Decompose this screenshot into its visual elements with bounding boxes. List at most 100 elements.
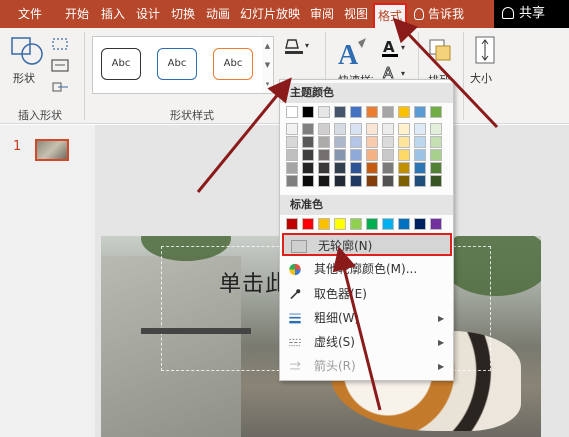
standard-color-swatch[interactable] bbox=[430, 218, 442, 230]
gallery-more-icon[interactable]: ▾ bbox=[262, 75, 273, 94]
theme-shade-swatch[interactable] bbox=[398, 149, 410, 161]
theme-shade-swatch[interactable] bbox=[286, 162, 298, 174]
theme-shade-swatch[interactable] bbox=[382, 162, 394, 174]
text-box-icon[interactable] bbox=[50, 58, 74, 74]
theme-shade-swatch[interactable] bbox=[398, 123, 410, 135]
standard-color-swatch[interactable] bbox=[350, 218, 362, 230]
tab-design[interactable]: 设计 bbox=[131, 0, 165, 28]
style-preset-blue[interactable]: Abc bbox=[157, 48, 197, 80]
standard-color-swatch[interactable] bbox=[318, 218, 330, 230]
title-placeholder-text[interactable]: 单击此 bbox=[219, 266, 288, 298]
theme-shade-swatch[interactable] bbox=[334, 136, 346, 148]
theme-color-swatch[interactable] bbox=[414, 106, 426, 118]
theme-shade-swatch[interactable] bbox=[302, 149, 314, 161]
theme-shade-swatch[interactable] bbox=[334, 149, 346, 161]
standard-color-swatch[interactable] bbox=[286, 218, 298, 230]
style-preset-orange[interactable]: Abc bbox=[213, 48, 253, 80]
standard-color-swatch[interactable] bbox=[334, 218, 346, 230]
theme-shade-swatch[interactable] bbox=[318, 175, 330, 187]
style-preset-dark[interactable]: Abc bbox=[101, 48, 141, 80]
theme-shade-swatch[interactable] bbox=[302, 162, 314, 174]
theme-shade-swatch[interactable] bbox=[302, 136, 314, 148]
theme-shade-swatch[interactable] bbox=[366, 136, 378, 148]
shape-fill-icon[interactable]: ▾ bbox=[282, 36, 312, 56]
theme-shade-swatch[interactable] bbox=[350, 149, 362, 161]
shapes-button-label[interactable]: 形状 bbox=[13, 70, 35, 86]
theme-shade-swatch[interactable] bbox=[382, 175, 394, 187]
theme-shade-swatch[interactable] bbox=[350, 175, 362, 187]
tab-review[interactable]: 审阅 bbox=[305, 0, 339, 28]
text-fill-icon[interactable]: A ▾ bbox=[380, 38, 410, 58]
theme-shade-swatch[interactable] bbox=[366, 123, 378, 135]
arrange-icon[interactable] bbox=[426, 36, 454, 66]
theme-shade-swatch[interactable] bbox=[302, 175, 314, 187]
tell-me-search[interactable]: 告诉我 bbox=[414, 0, 464, 28]
dashes-item[interactable]: 虚线(S) ▶ bbox=[280, 331, 453, 354]
slide-thumbnail[interactable] bbox=[35, 139, 69, 161]
shape-style-gallery[interactable]: Abc Abc Abc bbox=[92, 36, 264, 94]
theme-shade-swatch[interactable] bbox=[318, 149, 330, 161]
weight-item[interactable]: 粗细(W) ▶ bbox=[280, 307, 453, 330]
theme-shade-swatch[interactable] bbox=[430, 136, 442, 148]
standard-color-swatch[interactable] bbox=[414, 218, 426, 230]
selected-line-shape[interactable] bbox=[141, 328, 251, 334]
share-button[interactable]: 共享 bbox=[494, 0, 569, 28]
edit-shape-icon[interactable] bbox=[50, 36, 74, 54]
theme-shade-swatch[interactable] bbox=[366, 175, 378, 187]
theme-color-swatch[interactable] bbox=[334, 106, 346, 118]
theme-shade-swatch[interactable] bbox=[382, 123, 394, 135]
theme-shade-swatch[interactable] bbox=[430, 123, 442, 135]
standard-color-swatch[interactable] bbox=[382, 218, 394, 230]
tab-format[interactable]: 格式 bbox=[373, 3, 408, 28]
no-outline-item[interactable]: 无轮廓(N) bbox=[282, 233, 452, 256]
theme-shade-swatch[interactable] bbox=[334, 175, 346, 187]
theme-shade-swatch[interactable] bbox=[414, 162, 426, 174]
tab-animations[interactable]: 动画 bbox=[201, 0, 235, 28]
shapes-icon[interactable] bbox=[10, 36, 44, 68]
theme-shade-swatch[interactable] bbox=[350, 136, 362, 148]
theme-shade-swatch[interactable] bbox=[398, 136, 410, 148]
standard-color-swatch[interactable] bbox=[366, 218, 378, 230]
tab-file[interactable]: 文件 bbox=[13, 0, 47, 28]
gallery-down-icon[interactable]: ▼ bbox=[262, 56, 273, 75]
size-label[interactable]: 大小 bbox=[470, 70, 492, 86]
theme-color-swatch[interactable] bbox=[286, 106, 298, 118]
tab-transitions[interactable]: 切换 bbox=[166, 0, 200, 28]
theme-shade-swatch[interactable] bbox=[318, 162, 330, 174]
theme-shade-swatch[interactable] bbox=[414, 136, 426, 148]
theme-shade-swatch[interactable] bbox=[398, 175, 410, 187]
theme-shade-swatch[interactable] bbox=[382, 136, 394, 148]
standard-color-swatch[interactable] bbox=[398, 218, 410, 230]
gallery-scroll[interactable]: ▲ ▼ ▾ bbox=[262, 36, 274, 94]
standard-color-swatch[interactable] bbox=[302, 218, 314, 230]
theme-shade-swatch[interactable] bbox=[414, 123, 426, 135]
theme-shade-swatch[interactable] bbox=[286, 123, 298, 135]
theme-color-swatch[interactable] bbox=[366, 106, 378, 118]
theme-shade-swatch[interactable] bbox=[334, 162, 346, 174]
size-icon[interactable] bbox=[472, 34, 498, 66]
theme-shade-swatch[interactable] bbox=[318, 136, 330, 148]
gallery-up-icon[interactable]: ▲ bbox=[262, 37, 273, 56]
tab-slideshow[interactable]: 幻灯片放映 bbox=[235, 0, 305, 28]
theme-shade-swatch[interactable] bbox=[286, 136, 298, 148]
theme-shade-swatch[interactable] bbox=[350, 162, 362, 174]
theme-shade-swatch[interactable] bbox=[430, 175, 442, 187]
quick-styles-icon[interactable]: A bbox=[336, 36, 370, 70]
eyedropper-item[interactable]: 取色器(E) bbox=[280, 283, 453, 306]
tab-home[interactable]: 开始 bbox=[60, 0, 94, 28]
theme-shade-swatch[interactable] bbox=[350, 123, 362, 135]
theme-shade-swatch[interactable] bbox=[286, 175, 298, 187]
theme-shade-swatch[interactable] bbox=[286, 149, 298, 161]
theme-shade-swatch[interactable] bbox=[366, 149, 378, 161]
theme-color-swatch[interactable] bbox=[350, 106, 362, 118]
theme-color-swatch[interactable] bbox=[318, 106, 330, 118]
arrows-item[interactable]: 箭头(R) ▶ bbox=[280, 355, 453, 378]
more-outline-colors-item[interactable]: 其他轮廓颜色(M)... bbox=[280, 258, 453, 281]
theme-shade-swatch[interactable] bbox=[430, 162, 442, 174]
theme-shade-swatch[interactable] bbox=[318, 123, 330, 135]
theme-color-swatch[interactable] bbox=[398, 106, 410, 118]
theme-color-swatch[interactable] bbox=[382, 106, 394, 118]
merge-shapes-icon[interactable] bbox=[50, 78, 74, 94]
theme-color-swatch[interactable] bbox=[430, 106, 442, 118]
tab-insert[interactable]: 插入 bbox=[96, 0, 130, 28]
